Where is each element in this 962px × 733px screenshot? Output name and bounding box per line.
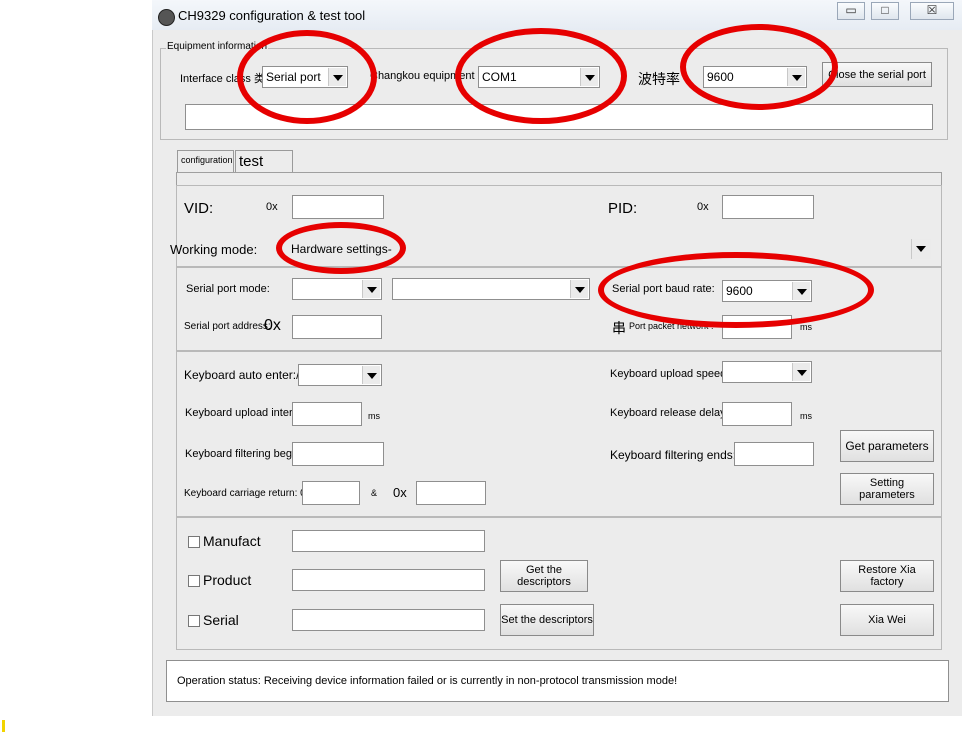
set-descriptors-button[interactable]: Set the descriptors — [500, 604, 594, 636]
maximize-icon[interactable]: □ — [871, 2, 899, 20]
kb-auto-enter-label: Keyboard auto enter:/ — [184, 368, 300, 382]
baud-select[interactable]: 9600 — [703, 66, 807, 88]
vid-prefix: 0x — [266, 201, 278, 213]
manufact-label: Manufact — [203, 533, 261, 549]
serial-label: Serial — [203, 612, 239, 628]
kb-return-prefix-2: 0x — [393, 485, 407, 500]
serial-checkbox[interactable] — [188, 615, 200, 627]
manufact-input[interactable] — [292, 530, 485, 552]
serial-input[interactable] — [292, 609, 485, 631]
restore-factory-button[interactable]: Restore Xia factory — [840, 560, 934, 592]
product-label: Product — [203, 572, 252, 588]
baud-value: 9600 — [707, 70, 734, 84]
tab-test-label: test — [239, 153, 264, 170]
packet-input[interactable] — [722, 315, 792, 339]
get-parameters-button[interactable]: Get parameters — [840, 430, 934, 462]
device-info-field — [185, 104, 933, 130]
product-checkbox[interactable] — [188, 575, 200, 587]
kb-auto-enter-select[interactable] — [298, 364, 382, 386]
kb-return-input-2[interactable] — [416, 481, 486, 505]
serial-address-prefix: 0x — [264, 317, 281, 334]
serial-baud-label: Serial port baud rate: — [612, 283, 715, 295]
kb-filter-end-input[interactable] — [734, 442, 814, 466]
pid-input[interactable] — [722, 195, 814, 219]
chevron-down-icon[interactable] — [911, 239, 931, 259]
kb-upload-interval-input[interactable] — [292, 402, 362, 426]
baud-label: 波特率 — [638, 71, 680, 87]
serial-mode-select[interactable] — [292, 278, 382, 300]
xia-wei-button[interactable]: Xia Wei — [840, 604, 934, 636]
equipment-group-label: Equipment information — [166, 41, 269, 52]
get-descriptors-button[interactable]: Get the descriptors — [500, 560, 588, 592]
tab-test[interactable]: test — [235, 150, 293, 172]
kb-return-input-1[interactable] — [302, 481, 360, 505]
packet-ms: ms — [800, 322, 812, 332]
yellow-marker — [2, 720, 5, 732]
packet-label: Port packet network : — [629, 321, 714, 331]
tab-configuration[interactable]: configuration — [177, 150, 234, 172]
kb-return-amp: & — [371, 488, 378, 498]
window-title: CH9329 configuration & test tool — [178, 8, 366, 23]
working-mode-value: Hardware settings- — [291, 242, 392, 256]
interface-select[interactable]: Serial port — [262, 66, 348, 88]
kb-release-delay-label: Keyboard release delay: — [610, 407, 729, 419]
status-bar: Operation status: Receiving device infor… — [166, 660, 949, 702]
minimize-icon[interactable]: ▭ — [837, 2, 865, 20]
app-icon — [158, 9, 175, 26]
working-mode-select[interactable]: Hardware settings- — [283, 237, 932, 261]
working-mode-label: Working mode: — [170, 242, 258, 257]
product-input[interactable] — [292, 569, 485, 591]
tab-configuration-label: configuration — [181, 155, 233, 165]
interface-value: Serial port — [266, 70, 321, 84]
port-select[interactable]: COM1 — [478, 66, 600, 88]
chevron-down-icon — [792, 363, 810, 381]
pid-prefix: 0x — [697, 201, 709, 213]
manufact-checkbox[interactable] — [188, 536, 200, 548]
serial-baud-value: 9600 — [726, 284, 753, 298]
kb-filter-end-label: Keyboard filtering ends: — [610, 448, 737, 462]
serial-mode-label: Serial port mode: — [186, 283, 270, 295]
port-value: COM1 — [482, 70, 517, 84]
kb-filter-begin-label: Keyboard filtering begins: — [185, 448, 310, 460]
kb-upload-speed-select[interactable] — [722, 361, 812, 383]
chevron-down-icon — [362, 366, 380, 384]
serial-address-input[interactable] — [292, 315, 382, 339]
chevron-down-icon — [570, 280, 588, 298]
serial-baud-select[interactable]: 9600 — [722, 280, 812, 302]
close-icon[interactable]: ☒ — [910, 2, 954, 20]
chevron-down-icon — [362, 280, 380, 298]
setting-parameters-button[interactable]: Setting parameters — [840, 473, 934, 505]
vid-label: VID: — [184, 200, 214, 217]
serial-address-label: Serial port address: — [184, 321, 271, 332]
vid-input[interactable] — [292, 195, 384, 219]
kb-filter-begin-input[interactable] — [292, 442, 384, 466]
chevron-down-icon — [787, 68, 805, 86]
kb-release-delay-ms: ms — [800, 411, 812, 421]
packet-label-prefix: 串 — [612, 320, 626, 336]
kb-return-label: Keyboard carriage return: 0x — [184, 488, 311, 499]
kb-release-delay-input[interactable] — [722, 402, 792, 426]
kb-upload-speed-label: Keyboard upload speed: — [610, 368, 730, 380]
chevron-down-icon — [328, 68, 346, 86]
kb-upload-interval-ms: ms — [368, 411, 380, 421]
pid-label: PID: — [608, 200, 638, 217]
chevron-down-icon — [792, 282, 810, 300]
serial-mode-detail-select[interactable] — [392, 278, 590, 300]
close-port-button[interactable]: Close the serial port — [822, 62, 932, 87]
chevron-down-icon — [580, 68, 598, 86]
